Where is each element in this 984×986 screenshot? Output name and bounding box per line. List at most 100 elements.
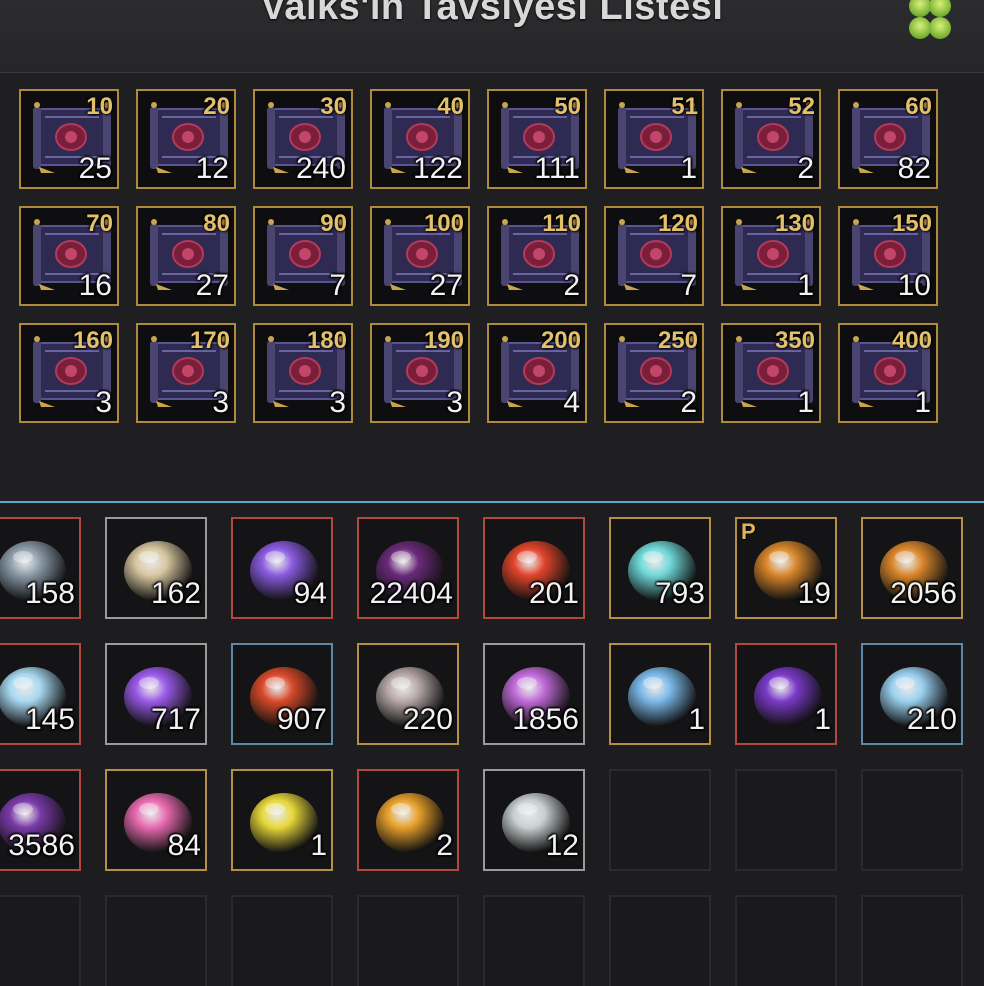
item-count: 1 bbox=[310, 829, 327, 862]
inventory-slot[interactable]: 84 bbox=[105, 769, 207, 871]
scroll-slot[interactable]: 40 122 bbox=[370, 89, 470, 189]
inventory-slot[interactable]: 793 bbox=[609, 517, 711, 619]
item-count: 1856 bbox=[512, 703, 579, 736]
scroll-slot[interactable]: 200 4 bbox=[487, 323, 587, 423]
scroll-level: 130 bbox=[774, 210, 815, 237]
scroll-level: 70 bbox=[86, 210, 113, 237]
inventory-slot[interactable]: 12 bbox=[483, 769, 585, 871]
inventory-slot[interactable]: P 19 bbox=[735, 517, 837, 619]
scroll-count: 10 bbox=[897, 269, 931, 302]
scroll-slot[interactable]: 60 82 bbox=[838, 89, 938, 189]
inventory-slot[interactable]: 94 bbox=[231, 517, 333, 619]
empty-inventory-slot[interactable] bbox=[231, 895, 333, 986]
scroll-count: 27 bbox=[429, 269, 463, 302]
scroll-slot[interactable]: 50 111 bbox=[487, 89, 587, 189]
item-count: 210 bbox=[906, 703, 957, 736]
item-count: 19 bbox=[797, 577, 831, 610]
inventory-slot[interactable]: 210 bbox=[861, 643, 963, 745]
item-count: 84 bbox=[167, 829, 201, 862]
scroll-slot[interactable]: 10 25 bbox=[19, 89, 119, 189]
scroll-slot[interactable]: 190 3 bbox=[370, 323, 470, 423]
scroll-slot[interactable]: 100 27 bbox=[370, 206, 470, 306]
scroll-slot[interactable]: 30 240 bbox=[253, 89, 353, 189]
scroll-count: 7 bbox=[680, 269, 697, 302]
item-count: 1 bbox=[814, 703, 831, 736]
item-count: 158 bbox=[24, 577, 75, 610]
scroll-count: 111 bbox=[534, 152, 580, 185]
scroll-count: 240 bbox=[295, 152, 346, 185]
scroll-count: 25 bbox=[78, 152, 112, 185]
inventory-slot[interactable]: 145 bbox=[0, 643, 81, 745]
item-count: 3586 bbox=[8, 829, 75, 862]
scroll-count: 1 bbox=[680, 152, 697, 185]
inventory-slot[interactable]: 1856 bbox=[483, 643, 585, 745]
item-count: 907 bbox=[276, 703, 327, 736]
scroll-slot[interactable]: 400 1 bbox=[838, 323, 938, 423]
scroll-slot[interactable]: 130 1 bbox=[721, 206, 821, 306]
empty-inventory-slot[interactable] bbox=[861, 895, 963, 986]
scroll-level: 30 bbox=[320, 93, 347, 120]
empty-inventory-slot[interactable] bbox=[609, 769, 711, 871]
inventory-slot[interactable]: 158 bbox=[0, 517, 81, 619]
inventory-slot[interactable]: 3586 bbox=[0, 769, 81, 871]
scroll-slot[interactable]: 160 3 bbox=[19, 323, 119, 423]
inventory-slot[interactable]: 1 bbox=[609, 643, 711, 745]
inventory-slot[interactable]: 717 bbox=[105, 643, 207, 745]
inventory-slot[interactable]: 22404 bbox=[357, 517, 459, 619]
scroll-level: 20 bbox=[203, 93, 230, 120]
item-count: 94 bbox=[293, 577, 327, 610]
scroll-level: 400 bbox=[891, 327, 932, 354]
scroll-level: 60 bbox=[905, 93, 932, 120]
scroll-count: 1 bbox=[797, 269, 814, 302]
scroll-slot[interactable]: 150 10 bbox=[838, 206, 938, 306]
empty-inventory-slot[interactable] bbox=[735, 769, 837, 871]
scroll-level: 110 bbox=[542, 210, 581, 237]
empty-inventory-slot[interactable] bbox=[735, 895, 837, 986]
item-count: 12 bbox=[545, 829, 579, 862]
scroll-slot[interactable]: 120 7 bbox=[604, 206, 704, 306]
empty-inventory-slot[interactable] bbox=[861, 769, 963, 871]
four-leaf-clover-icon[interactable] bbox=[904, 0, 960, 44]
scroll-slot[interactable]: 350 1 bbox=[721, 323, 821, 423]
scroll-count: 3 bbox=[95, 386, 112, 419]
inventory-slot[interactable]: 1 bbox=[735, 643, 837, 745]
inventory-slot[interactable]: 2056 bbox=[861, 517, 963, 619]
empty-inventory-slot[interactable] bbox=[0, 895, 81, 986]
item-mark: P bbox=[741, 519, 756, 544]
empty-inventory-slot[interactable] bbox=[609, 895, 711, 986]
inventory-panel: 158 162 94 22404 201 793 P 19 2056 145 717 907 220 18… bbox=[0, 503, 984, 986]
scroll-level: 350 bbox=[774, 327, 815, 354]
inventory-slot[interactable]: 907 bbox=[231, 643, 333, 745]
scroll-slot[interactable]: 20 12 bbox=[136, 89, 236, 189]
inventory-slot[interactable]: 1 bbox=[231, 769, 333, 871]
empty-inventory-slot[interactable] bbox=[483, 895, 585, 986]
scroll-slot[interactable]: 90 7 bbox=[253, 206, 353, 306]
scroll-slot[interactable]: 110 2 bbox=[487, 206, 587, 306]
scroll-count: 1 bbox=[797, 386, 814, 419]
item-count: 22404 bbox=[369, 577, 453, 610]
empty-inventory-slot[interactable] bbox=[105, 895, 207, 986]
scroll-slot[interactable]: 51 1 bbox=[604, 89, 704, 189]
inventory-slot[interactable]: 2 bbox=[357, 769, 459, 871]
empty-inventory-slot[interactable] bbox=[357, 895, 459, 986]
item-count: 1 bbox=[688, 703, 705, 736]
scroll-slot[interactable]: 180 3 bbox=[253, 323, 353, 423]
scroll-slot[interactable]: 80 27 bbox=[136, 206, 236, 306]
item-count: 2 bbox=[436, 829, 453, 862]
scroll-level: 180 bbox=[306, 327, 347, 354]
scroll-slot[interactable]: 52 2 bbox=[721, 89, 821, 189]
inventory-slot[interactable]: 162 bbox=[105, 517, 207, 619]
scroll-count: 3 bbox=[329, 386, 346, 419]
scroll-level: 150 bbox=[891, 210, 932, 237]
scroll-level: 51 bbox=[671, 93, 698, 120]
scroll-count: 82 bbox=[897, 152, 931, 185]
scroll-grid: 10 25 20 12 30 240 40 122 50 111 51 1 52… bbox=[19, 89, 938, 423]
scroll-slot[interactable]: 170 3 bbox=[136, 323, 236, 423]
scroll-count: 2 bbox=[563, 269, 580, 302]
scroll-slot[interactable]: 250 2 bbox=[604, 323, 704, 423]
scroll-slot[interactable]: 70 16 bbox=[19, 206, 119, 306]
scroll-level: 10 bbox=[86, 93, 113, 120]
inventory-slot[interactable]: 201 bbox=[483, 517, 585, 619]
advice-scroll-panel: 10 25 20 12 30 240 40 122 50 111 51 1 52… bbox=[0, 73, 984, 501]
inventory-slot[interactable]: 220 bbox=[357, 643, 459, 745]
